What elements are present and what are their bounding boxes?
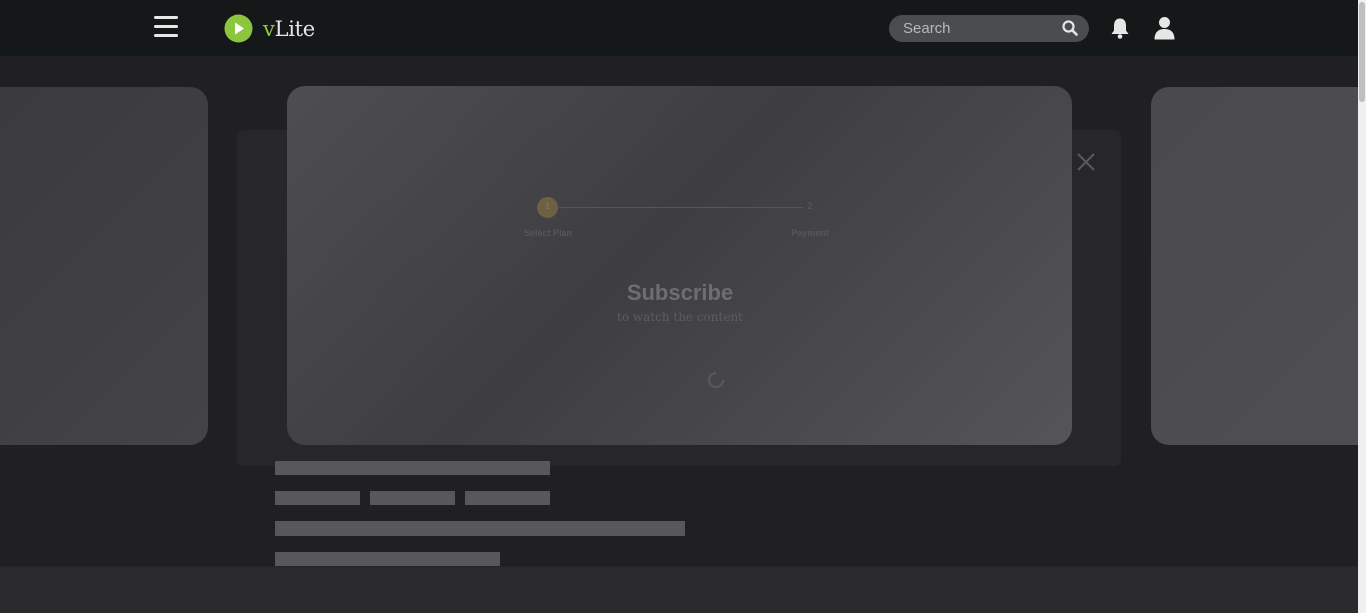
step-indicator-select-plan: 1 — [537, 197, 558, 218]
user-icon[interactable] — [1154, 16, 1175, 40]
skeleton-description-line — [275, 552, 500, 566]
step-number: 1 — [544, 201, 550, 211]
modal-title: Subscribe — [626, 280, 734, 305]
play-logo-icon — [224, 14, 253, 43]
step-label-payment: Payment — [791, 228, 829, 238]
top-navbar: vLite — [0, 0, 1358, 56]
search-bar — [889, 15, 1089, 42]
skeleton-title — [275, 461, 550, 475]
search-icon[interactable] — [1062, 20, 1078, 36]
carousel-card-next[interactable] — [1151, 87, 1366, 445]
scrollbar-thumb[interactable] — [1359, 2, 1365, 102]
skeleton-tag — [370, 491, 455, 505]
loading-spinner-icon — [708, 372, 724, 388]
vertical-scrollbar[interactable] — [1358, 0, 1366, 613]
brand-prefix: v — [263, 16, 275, 41]
step-connector — [559, 207, 803, 208]
search-input[interactable] — [903, 19, 1053, 38]
modal-subtitle: to watch the content — [617, 310, 743, 324]
skeleton-tag — [275, 491, 360, 505]
footer-band — [0, 567, 1358, 613]
bell-icon[interactable] — [1110, 17, 1130, 39]
skeleton-description-line — [275, 521, 685, 536]
carousel-card-previous[interactable] — [0, 87, 208, 445]
brand-suffix: Lite — [274, 16, 316, 41]
brand-logo[interactable]: vLite — [224, 14, 315, 43]
menu-icon[interactable] — [154, 16, 178, 38]
skeleton-tag — [465, 491, 550, 505]
brand-name: vLite — [263, 17, 315, 41]
page: 1 2 Select Plan Payment Subscribe to wat… — [0, 0, 1366, 613]
subscription-stepper: 1 2 Select Plan Payment — [517, 196, 835, 242]
subscribe-modal — [287, 86, 1072, 445]
step-indicator-payment: 2 — [807, 201, 813, 211]
step-label-select-plan: Select Plan — [523, 228, 573, 238]
close-icon[interactable] — [1077, 153, 1095, 171]
